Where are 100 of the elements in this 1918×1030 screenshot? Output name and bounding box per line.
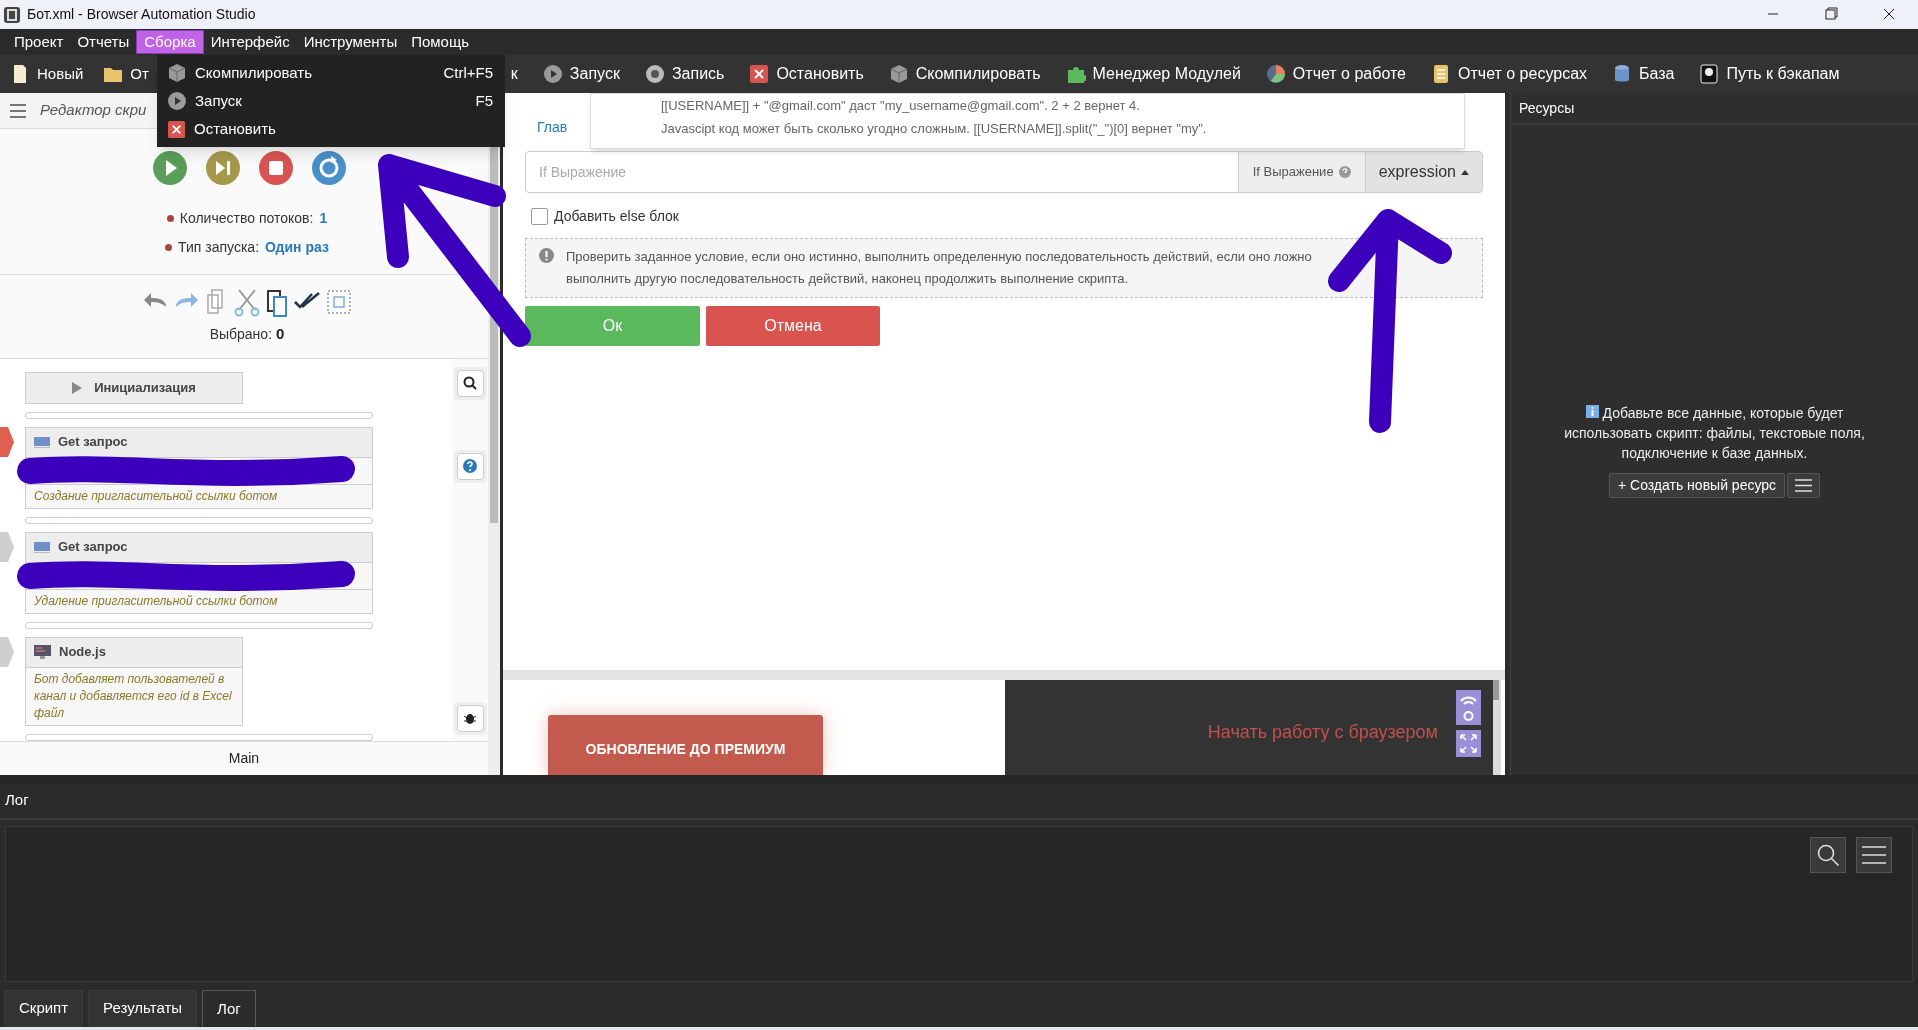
block-title: Node.js bbox=[59, 643, 106, 662]
toolbar-button[interactable]: Скомпилировать bbox=[888, 62, 1041, 86]
dropdown-item[interactable]: Скомпилировать Ctrl+F5 bbox=[157, 59, 505, 87]
window-title: Бот.xml - Browser Automation Studio bbox=[27, 5, 256, 24]
monitor-icon bbox=[34, 645, 51, 660]
toolbar-button[interactable]: База bbox=[1612, 62, 1675, 86]
field-label: If Выражение bbox=[1238, 151, 1365, 193]
selected-label: Выбрано: bbox=[209, 325, 273, 345]
close-icon bbox=[167, 119, 186, 139]
restart-button[interactable] bbox=[310, 150, 347, 187]
toolbar-button[interactable]: Отчет о ресурсах bbox=[1431, 62, 1588, 86]
block-comment: Удаление пригласительной ссылки ботом bbox=[33, 592, 279, 610]
menu-button[interactable] bbox=[1787, 473, 1821, 498]
launch-value[interactable]: Один раз bbox=[265, 237, 329, 259]
drop-zone[interactable] bbox=[25, 411, 373, 419]
menu-button[interactable] bbox=[1856, 837, 1892, 873]
toolbar-button[interactable]: Путь к бэкапам bbox=[1699, 62, 1840, 86]
scrollbar[interactable] bbox=[1493, 680, 1499, 700]
user-badge-icon bbox=[1699, 64, 1720, 84]
log-title: Лог bbox=[5, 790, 29, 811]
http-icon bbox=[34, 541, 50, 553]
bottom-tab[interactable]: Результаты bbox=[88, 990, 198, 1027]
alert-icon bbox=[539, 248, 554, 263]
bottom-tab[interactable]: Скрипт bbox=[4, 990, 84, 1027]
close-icon bbox=[749, 64, 770, 84]
menu-item[interactable]: Проект bbox=[7, 30, 71, 54]
panel-title: Ресурсы bbox=[1519, 98, 1575, 118]
search-icon bbox=[463, 376, 477, 391]
cancel-button[interactable]: Отмена bbox=[706, 306, 880, 346]
upgrade-button[interactable]: ОБНОВЛЕНИЕ ДО ПРЕМИУМ bbox=[548, 715, 823, 775]
checkbox[interactable] bbox=[531, 208, 548, 225]
http-icon bbox=[34, 436, 50, 448]
paste-icon[interactable] bbox=[266, 289, 288, 318]
pie-chart-icon bbox=[1265, 64, 1286, 84]
toolbar-button[interactable]: Запись bbox=[644, 62, 725, 86]
dropdown-item[interactable]: Запуск F5 bbox=[157, 87, 505, 115]
checkbox-label: Добавить else блок bbox=[554, 207, 679, 226]
block-comment: Бот добавляет пользователей в канал и добавляется его id в Excel файл bbox=[33, 670, 233, 722]
launch-label: Тип запуска: bbox=[178, 238, 260, 258]
play-icon bbox=[72, 381, 83, 394]
hint-line: Javascipt код может быть сколько угодно сложным. [[USERNAME]].split("_")[0] вернет "my". bbox=[661, 120, 1208, 138]
expand-icon[interactable] bbox=[1456, 730, 1481, 757]
help-button[interactable] bbox=[456, 452, 484, 480]
toolbar-button[interactable]: к bbox=[510, 62, 518, 86]
puzzle-icon bbox=[1065, 64, 1086, 84]
threads-value[interactable]: 1 bbox=[319, 208, 328, 230]
menu-icon bbox=[1862, 846, 1886, 864]
drop-zone[interactable] bbox=[25, 733, 373, 741]
menu-icon[interactable] bbox=[10, 103, 26, 118]
toolbar-button[interactable]: Запуск bbox=[542, 62, 620, 86]
select-area-icon[interactable] bbox=[326, 289, 352, 316]
block-title: Get запрос bbox=[58, 538, 128, 557]
drop-zone[interactable] bbox=[25, 621, 373, 629]
play-icon bbox=[542, 64, 563, 84]
tab[interactable]: Main bbox=[228, 747, 260, 769]
record-icon bbox=[644, 64, 665, 84]
menu-item[interactable]: Помощь bbox=[404, 30, 477, 54]
menu-item[interactable]: Интерфейс bbox=[203, 30, 297, 54]
section-header[interactable]: Инициализация bbox=[25, 371, 243, 404]
bug-icon bbox=[463, 711, 477, 726]
mode-dropdown[interactable]: expression bbox=[1364, 151, 1483, 193]
menu-item[interactable]: Инструменты bbox=[296, 30, 405, 54]
info-icon bbox=[1585, 405, 1599, 419]
toolbar-button[interactable]: Новый bbox=[10, 62, 84, 86]
breadcrumb-link[interactable]: Глав bbox=[537, 119, 568, 135]
step-button[interactable] bbox=[204, 150, 241, 187]
menu-icon bbox=[1795, 479, 1813, 492]
selected-count: 0 bbox=[276, 324, 285, 345]
help-icon bbox=[1338, 166, 1351, 178]
block-title: Get запрос bbox=[58, 433, 128, 452]
create-resource-button[interactable]: + Создать новый ресурс bbox=[1608, 473, 1786, 498]
play-icon bbox=[167, 91, 187, 111]
block-comment: Создание пригласительной ссылки ботом bbox=[33, 487, 279, 505]
toolbar-button[interactable]: От bbox=[103, 62, 149, 86]
stop-button[interactable] bbox=[257, 150, 294, 187]
toolbar-button[interactable]: Остановить bbox=[749, 62, 864, 86]
action-block[interactable]: Node.js Бот добавляет пользователей в канал и добавляется его id в Excel файл bbox=[25, 636, 243, 726]
cut-icon[interactable] bbox=[234, 289, 260, 318]
caret-icon bbox=[1461, 169, 1469, 175]
toolbar-button[interactable]: Менеджер Модулей bbox=[1065, 62, 1241, 86]
cube-icon bbox=[167, 63, 187, 83]
drop-zone[interactable] bbox=[25, 516, 373, 524]
resources-message: Добавьте все данные, которые будет использовать скрипт: файлы, текстовые поля, подключение к базе данных. bbox=[1563, 404, 1866, 463]
play-button[interactable] bbox=[151, 150, 188, 187]
debug-button[interactable] bbox=[456, 704, 484, 732]
toolbar-button[interactable]: Отчет о работе bbox=[1265, 62, 1406, 86]
menu-item[interactable]: Отчеты bbox=[70, 30, 137, 54]
hint-line: [[USERNAME]] + "@gmail.com" даст "my_username@gmail.com". 2 + 2 вернет 4. bbox=[661, 97, 1141, 115]
shortcut-text: F5 bbox=[475, 90, 494, 111]
app-icon bbox=[3, 5, 21, 24]
search-icon bbox=[1816, 843, 1840, 867]
wifi-icon[interactable] bbox=[1456, 690, 1481, 725]
expression-field[interactable]: If Выражение bbox=[525, 151, 1239, 193]
dropdown-item[interactable]: Остановить bbox=[157, 115, 505, 143]
notes-icon bbox=[1431, 64, 1451, 84]
cube-icon bbox=[888, 64, 909, 84]
search-button[interactable] bbox=[1810, 837, 1846, 873]
bottom-tab[interactable]: Лог bbox=[202, 990, 256, 1027]
help-icon bbox=[463, 459, 477, 474]
info-text: Проверить заданное условие, если оно истинно, выполнить определенную последовательность действий, если оно ложно выполнить другую последовательность действий, наконец продолжить выполнение скрипта. bbox=[566, 248, 1313, 288]
